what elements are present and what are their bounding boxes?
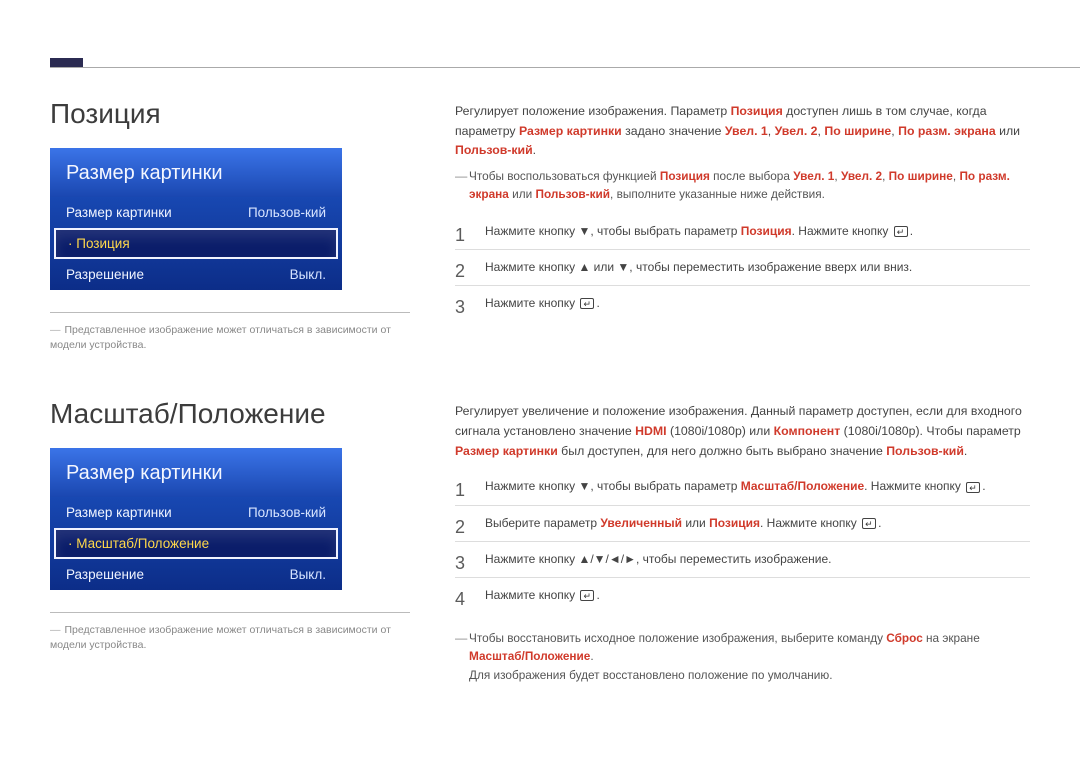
menu-row-label: Масштаб/Положение xyxy=(68,536,209,551)
enter-icon xyxy=(862,518,876,529)
menu-row-picture-size[interactable]: Размер картинки Пользов-кий xyxy=(50,497,342,528)
note-restore: ― Чтобы восстановить исходное положение … xyxy=(455,629,1030,684)
step-3: Нажмите кнопку ▲/▼/◄/►, чтобы переместит… xyxy=(455,541,1030,577)
menu-picture-size-2: Размер картинки Размер картинки Пользов-… xyxy=(50,448,342,590)
menu-row-value: Выкл. xyxy=(290,267,326,282)
enter-icon xyxy=(894,226,908,237)
footnote-text: Представленное изображение может отличат… xyxy=(50,324,391,351)
steps-section1: Нажмите кнопку ▼, чтобы выбрать параметр… xyxy=(455,214,1030,322)
menu-picture-size-1: Размер картинки Размер картинки Пользов-… xyxy=(50,148,342,290)
menu-row-picture-size[interactable]: Размер картинки Пользов-кий xyxy=(50,197,342,228)
menu-row-resolution[interactable]: Разрешение Выкл. xyxy=(50,559,342,590)
intro-paragraph-2: Регулирует увеличение и положение изобра… xyxy=(455,402,1030,461)
footnote-divider xyxy=(50,612,410,613)
menu-title: Размер картинки xyxy=(50,148,342,197)
step-4: Нажмите кнопку . xyxy=(455,577,1030,613)
enter-icon xyxy=(966,482,980,493)
enter-icon xyxy=(580,590,594,601)
menu-row-value: Пользов-кий xyxy=(248,505,326,520)
intro-paragraph-1: Регулирует положение изображения. Параме… xyxy=(455,102,1030,161)
menu-row-label: Разрешение xyxy=(66,567,144,582)
step-1: Нажмите кнопку ▼, чтобы выбрать параметр… xyxy=(455,469,1030,504)
header-mark xyxy=(50,58,83,68)
menu-row-value: Пользов-кий xyxy=(248,205,326,220)
note-use-position: ― Чтобы воспользоваться функцией Позиция… xyxy=(455,167,1030,204)
menu-row-label: Разрешение xyxy=(66,267,144,282)
step-2: Выберите параметр Увеличенный или Позици… xyxy=(455,505,1030,541)
footnote-divider xyxy=(50,312,410,313)
menu-row-zoom-position[interactable]: Масштаб/Положение xyxy=(54,528,338,559)
enter-icon xyxy=(580,298,594,309)
menu-row-label: Размер картинки xyxy=(66,205,172,220)
menu-row-resolution[interactable]: Разрешение Выкл. xyxy=(50,259,342,290)
footnote-2: ―Представленное изображение может отлича… xyxy=(50,623,410,652)
step-1: Нажмите кнопку ▼, чтобы выбрать параметр… xyxy=(455,214,1030,249)
footnote-1: ―Представленное изображение может отлича… xyxy=(50,323,410,352)
footnote-text: Представленное изображение может отличат… xyxy=(50,624,391,651)
menu-title: Размер картинки xyxy=(50,448,342,497)
steps-section2: Нажмите кнопку ▼, чтобы выбрать параметр… xyxy=(455,469,1030,613)
section-title-position: Позиция xyxy=(50,98,410,130)
menu-row-position[interactable]: Позиция xyxy=(54,228,338,259)
menu-row-label: Размер картинки xyxy=(66,505,172,520)
menu-row-value: Выкл. xyxy=(290,567,326,582)
step-3: Нажмите кнопку . xyxy=(455,285,1030,321)
step-2: Нажмите кнопку ▲ или ▼, чтобы переместит… xyxy=(455,249,1030,285)
menu-row-label: Позиция xyxy=(68,236,130,251)
section-title-zoom-position: Масштаб/Положение xyxy=(50,398,410,430)
